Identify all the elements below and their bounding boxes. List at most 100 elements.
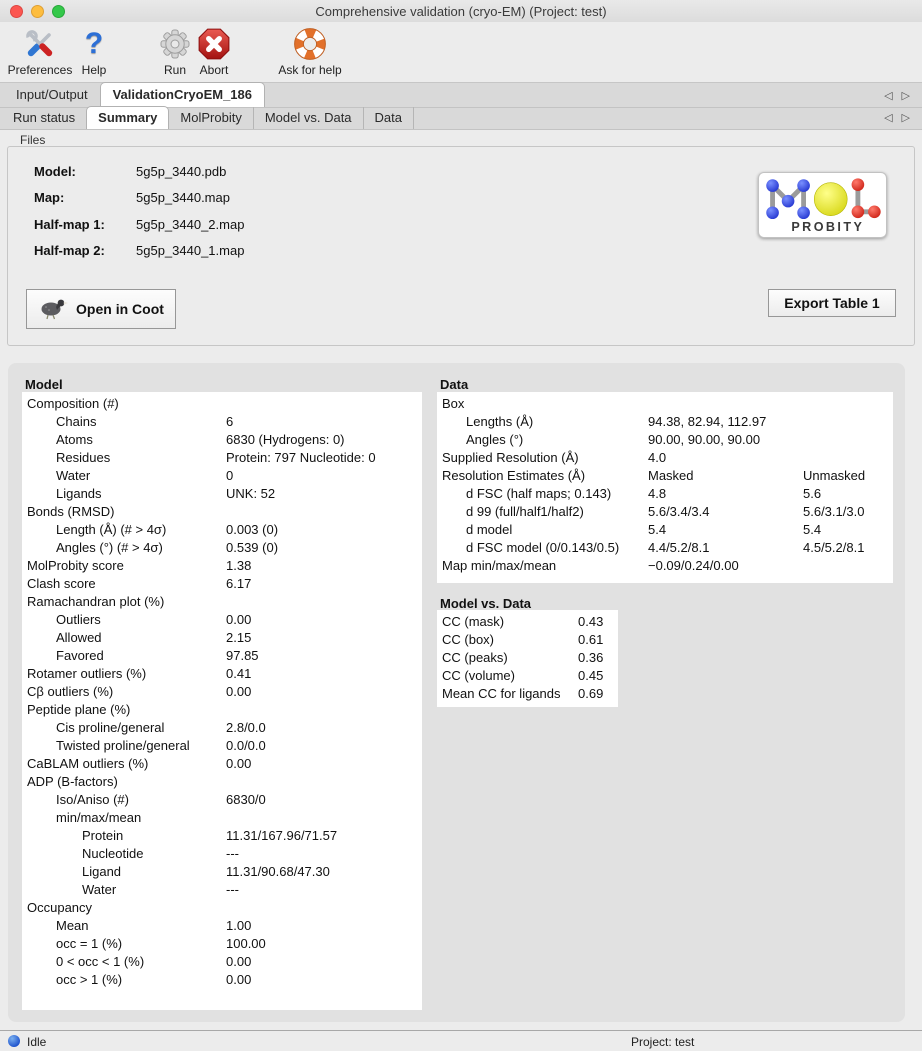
table-row: Residues Protein: 797 Nucleotide: 0: [22, 449, 422, 467]
table-row: Bonds (RMSD): [22, 503, 422, 521]
table-row: Peptide plane (%): [22, 701, 422, 719]
toolbar: Preferences ? Help Run: [0, 22, 922, 82]
tab-input-output[interactable]: Input/Output: [4, 83, 100, 107]
tools-icon: [24, 26, 56, 62]
sub-tab-bar: Run status Summary MolProbity Model vs. …: [0, 108, 922, 130]
table-row: Mean 1.00: [22, 917, 422, 935]
table-row: Box: [437, 395, 893, 413]
table-row: d FSC model (0/0.143/0.5) 4.4/5.2/8.1 4.…: [437, 539, 893, 557]
table-row: Length (Å) (# > 4σ) 0.003 (0): [22, 521, 422, 539]
table-row: Allowed 2.15: [22, 629, 422, 647]
table-row: occ > 1 (%) 0.00: [22, 971, 422, 989]
open-in-coot-label: Open in Coot: [76, 301, 164, 317]
export-table-label: Export Table 1: [784, 295, 879, 311]
tab-model-vs-data[interactable]: Model vs. Data: [254, 107, 364, 129]
help-label: Help: [82, 63, 107, 77]
file-row: Model: 5g5p_3440.pdb: [34, 164, 244, 190]
table-row: d 99 (full/half1/half2) 5.6/3.4/3.4 5.6/…: [437, 503, 893, 521]
tab-data[interactable]: Data: [364, 107, 414, 129]
file-row: Half-map 1: 5g5p_3440_2.map: [34, 217, 244, 243]
table-row: Ramachandran plot (%): [22, 593, 422, 611]
model-vs-data-section-title: Model vs. Data: [440, 596, 531, 611]
table-row: Composition (#): [22, 395, 422, 413]
table-row: Outliers 0.00: [22, 611, 422, 629]
tab-nav: ◁ ▷: [884, 90, 922, 107]
help-button[interactable]: ? Help: [74, 26, 114, 77]
title-bar: Comprehensive validation (cryo-EM) (Proj…: [0, 0, 922, 22]
abort-button[interactable]: Abort: [191, 26, 237, 77]
table-row: Nucleotide ---: [22, 845, 422, 863]
question-mark-icon: ?: [85, 26, 103, 62]
table-row: d model 5.4 5.4: [437, 521, 893, 539]
table-row: Twisted proline/general 0.0/0.0: [22, 737, 422, 755]
sub-tab-nav: ◁ ▷: [884, 112, 922, 129]
table-row: 0 < occ < 1 (%) 0.00: [22, 953, 422, 971]
table-row: Occupancy: [22, 899, 422, 917]
table-row: Chains 6: [22, 413, 422, 431]
app-window: Comprehensive validation (cryo-EM) (Proj…: [0, 0, 922, 1051]
file-row: Map: 5g5p_3440.map: [34, 190, 244, 216]
tab-summary[interactable]: Summary: [86, 106, 169, 129]
table-row: CC (peaks) 0.36: [437, 649, 618, 667]
coot-bird-icon: [38, 295, 68, 324]
tab-scroll-left-icon[interactable]: ◁: [884, 112, 892, 124]
gear-icon: [159, 26, 191, 62]
table-row: Angles (°) 90.00, 90.00, 90.00: [437, 431, 893, 449]
files-group-label: Files: [20, 133, 45, 147]
status-bar: Idle Project: test: [0, 1030, 922, 1051]
table-row: Clash score 6.17: [22, 575, 422, 593]
data-table: Box Lengths (Å) 94.38, 82.94, 112.97 Ang…: [437, 392, 893, 583]
table-row: CC (volume) 0.45: [437, 667, 618, 685]
open-in-coot-button[interactable]: Open in Coot: [26, 289, 176, 329]
model-section-title: Model: [25, 377, 63, 392]
project-label: Project: test: [631, 1035, 694, 1049]
preferences-button[interactable]: Preferences: [2, 26, 78, 77]
file-row: Half-map 2: 5g5p_3440_1.map: [34, 243, 244, 269]
table-row: Ligand 11.31/90.68/47.30: [22, 863, 422, 881]
run-label: Run: [164, 63, 186, 77]
abort-label: Abort: [200, 63, 229, 77]
table-row: MolProbity score 1.38: [22, 557, 422, 575]
table-row: Water 0: [22, 467, 422, 485]
tab-validation-cryoem[interactable]: ValidationCryoEM_186: [100, 82, 265, 107]
table-row: Favored 97.85: [22, 647, 422, 665]
status-indicator-icon: [8, 1035, 20, 1047]
molprobity-logo: PROBITY: [758, 172, 887, 238]
table-row: CC (mask) 0.43: [437, 613, 618, 631]
traffic-lights: [10, 5, 65, 18]
table-row: CC (box) 0.61: [437, 631, 618, 649]
tab-run-status[interactable]: Run status: [2, 107, 86, 129]
lifesaver-icon: [294, 26, 326, 62]
table-row: Angles (°) (# > 4σ) 0.539 (0): [22, 539, 422, 557]
data-section-title: Data: [440, 377, 468, 392]
table-row: Map min/max/mean −0.09/0.24/0.00: [437, 557, 893, 575]
table-row: Iso/Aniso (#) 6830/0: [22, 791, 422, 809]
zoom-button[interactable]: [52, 5, 65, 18]
model-table: Composition (#) Chains 6 Atoms 6830 (Hyd…: [22, 392, 422, 1010]
close-button[interactable]: [10, 5, 23, 18]
export-table-button[interactable]: Export Table 1: [768, 289, 896, 317]
table-row: min/max/mean: [22, 809, 422, 827]
table-row: Ligands UNK: 52: [22, 485, 422, 503]
ask-for-help-button[interactable]: Ask for help: [274, 26, 346, 77]
tab-molprobity[interactable]: MolProbity: [169, 107, 253, 129]
table-row: CaBLAM outliers (%) 0.00: [22, 755, 422, 773]
table-row: Resolution Estimates (Å) Masked Unmasked: [437, 467, 893, 485]
table-row: Cis proline/general 2.8/0.0: [22, 719, 422, 737]
table-row: ADP (B-factors): [22, 773, 422, 791]
tab-scroll-right-icon[interactable]: ▷: [902, 112, 910, 124]
table-row: Supplied Resolution (Å) 4.0: [437, 449, 893, 467]
main-tab-bar: Input/Output ValidationCryoEM_186 ◁ ▷: [0, 82, 922, 108]
status-text: Idle: [27, 1035, 46, 1049]
window-title: Comprehensive validation (cryo-EM) (Proj…: [0, 4, 922, 19]
stop-x-icon: [197, 26, 231, 62]
minimize-button[interactable]: [31, 5, 44, 18]
table-row: Protein 11.31/167.96/71.57: [22, 827, 422, 845]
molprobity-logo-text: PROBITY: [791, 220, 864, 234]
run-button[interactable]: Run: [155, 26, 195, 77]
tab-scroll-right-icon[interactable]: ▷: [902, 90, 910, 102]
file-list: Model: 5g5p_3440.pdb Map: 5g5p_3440.map …: [34, 164, 244, 270]
ask-for-help-label: Ask for help: [278, 63, 341, 77]
tab-scroll-left-icon[interactable]: ◁: [884, 90, 892, 102]
table-row: Rotamer outliers (%) 0.41: [22, 665, 422, 683]
